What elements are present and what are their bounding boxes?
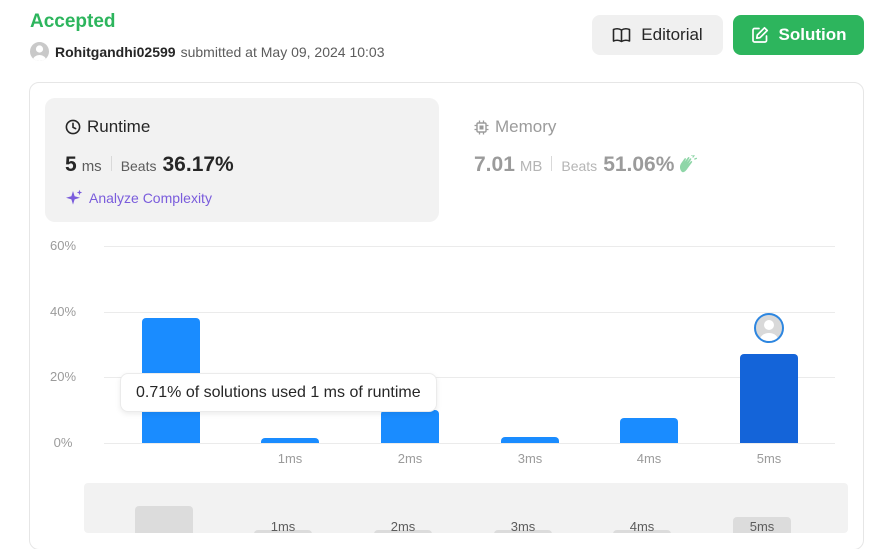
submitted-time: submitted at May 09, 2024 10:03 — [180, 43, 385, 60]
chip-icon — [474, 120, 489, 134]
memory-title[interactable]: Memory — [474, 117, 556, 137]
memory-beats-pct: 51.06% — [603, 153, 675, 176]
overview-label: 4ms — [629, 519, 655, 533]
y-tick-label: 60% — [49, 238, 77, 253]
memory-metric: 7.01 MB Beats 51.06% — [474, 153, 698, 177]
runtime-metric: 5 ms Beats 36.17% — [65, 153, 234, 177]
memory-unit: MB — [519, 158, 543, 175]
overview-label: 3ms — [510, 519, 536, 533]
runtime-beats-label: Beats — [120, 158, 157, 174]
clap-icon — [680, 155, 698, 173]
solution-label: Solution — [778, 25, 847, 44]
user-avatar[interactable] — [30, 42, 49, 61]
runtime-title-label: Runtime — [87, 117, 151, 136]
metric-divider — [110, 156, 112, 171]
chart-bar[interactable] — [620, 418, 678, 443]
overview-label: 1ms — [270, 519, 296, 533]
runtime-title: Runtime — [65, 117, 150, 137]
book-icon — [612, 28, 631, 43]
chart-gridline — [104, 246, 835, 247]
solution-button[interactable]: Solution — [733, 15, 864, 55]
chart-overview-slider[interactable]: 1ms 2ms 3ms 4ms 5ms — [84, 483, 848, 533]
x-tick-label: 1ms — [277, 451, 303, 466]
memory-value: 7.01 — [474, 153, 515, 176]
chart-bar[interactable] — [501, 437, 559, 443]
chart-bar[interactable] — [381, 410, 439, 443]
chart-gridline — [104, 443, 835, 444]
chart-tooltip: 0.71% of solutions used 1 ms of runtime — [120, 373, 437, 412]
memory-title-label: Memory — [495, 117, 557, 136]
username-link[interactable]: Rohitgandhi02599 — [55, 44, 176, 60]
x-tick-label: 2ms — [397, 451, 423, 466]
overview-label: 5ms — [749, 519, 775, 533]
chart-bar-selected[interactable] — [740, 354, 798, 443]
y-tick-label: 40% — [49, 304, 77, 319]
runtime-beats-pct: 36.17% — [162, 153, 234, 176]
memory-beats-label: Beats — [561, 158, 598, 174]
sparkle-icon — [66, 189, 83, 205]
overview-bar — [135, 506, 193, 533]
my-submission-avatar — [754, 313, 784, 343]
editorial-button[interactable]: Editorial — [592, 15, 723, 55]
chart-bar[interactable] — [261, 438, 319, 443]
y-tick-label: 0% — [53, 435, 73, 450]
runtime-unit: ms — [81, 158, 102, 175]
analyze-complexity-link[interactable]: Analyze Complexity — [65, 189, 212, 207]
clock-icon — [65, 119, 81, 135]
x-tick-label: 3ms — [517, 451, 543, 466]
x-tick-label: 4ms — [636, 451, 662, 466]
overview-label: 2ms — [390, 519, 416, 533]
runtime-value: 5 — [65, 153, 77, 176]
submitter-info: Rohitgandhi02599 submitted at May 09, 20… — [30, 42, 385, 61]
chart-gridline — [104, 312, 835, 313]
y-tick-label: 20% — [49, 369, 77, 384]
analyze-label: Analyze Complexity — [89, 190, 212, 206]
editorial-label: Editorial — [641, 25, 703, 44]
x-tick-label: 5ms — [756, 451, 782, 466]
edit-icon — [751, 26, 768, 43]
submission-status: Accepted — [30, 11, 116, 32]
metric-divider — [551, 156, 553, 171]
